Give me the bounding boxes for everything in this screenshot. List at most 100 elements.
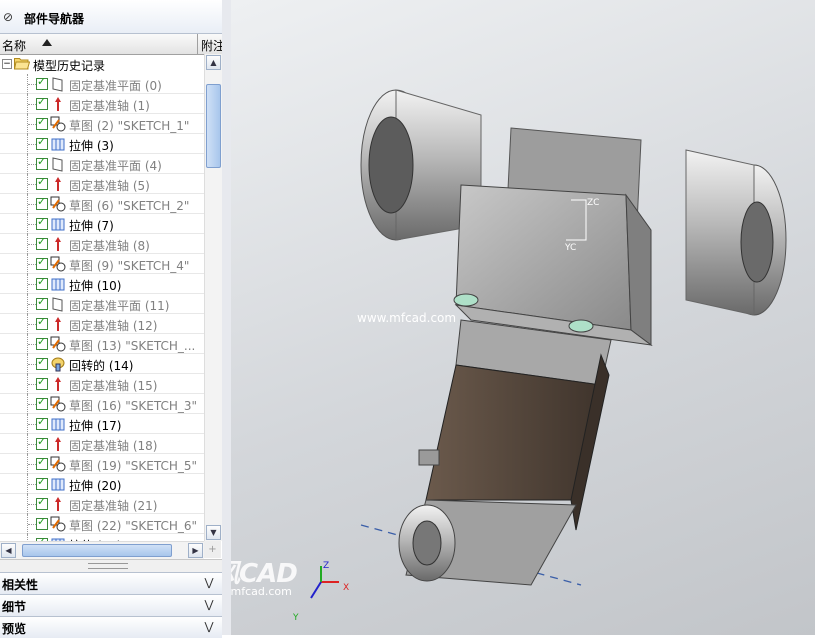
visibility-checkbox[interactable] bbox=[36, 435, 48, 450]
visibility-checkbox[interactable] bbox=[36, 235, 48, 250]
pin-icon[interactable]: ⊘ bbox=[3, 10, 13, 24]
column-attach-header[interactable]: 附注 bbox=[201, 37, 222, 54]
chevron-down-icon[interactable]: ⋁ bbox=[201, 575, 217, 591]
tree-connector bbox=[28, 404, 36, 405]
tree-item-label: 固定基准轴 (21) bbox=[69, 499, 158, 513]
column-divider[interactable] bbox=[197, 34, 198, 54]
chevron-down-icon[interactable]: ⋁ bbox=[201, 619, 217, 635]
horizontal-scroll-thumb[interactable] bbox=[22, 544, 172, 557]
tree-item[interactable]: 草图 (9) "SKETCH_4" bbox=[0, 254, 204, 274]
part-navigator: ⊘ 部件导航器 名称 附注 − 模型历史记录 固定基准平面 (0) 固定基准轴 (… bbox=[0, 0, 223, 638]
visibility-checkbox[interactable] bbox=[36, 415, 48, 430]
sketch-icon bbox=[50, 396, 66, 412]
tree-item[interactable]: 固定基准轴 (18) bbox=[0, 434, 204, 454]
tree-item[interactable]: 拉伸 (23) bbox=[0, 534, 204, 541]
tree-item[interactable]: 回转的 (14) bbox=[0, 354, 204, 374]
visibility-checkbox[interactable] bbox=[36, 315, 48, 330]
visibility-checkbox[interactable] bbox=[36, 155, 48, 170]
tree-root-model-history[interactable]: − 模型历史记录 bbox=[0, 54, 204, 74]
visibility-checkbox[interactable] bbox=[36, 175, 48, 190]
tree-connector bbox=[28, 464, 36, 465]
visibility-checkbox[interactable] bbox=[36, 375, 48, 390]
scroll-left-icon[interactable]: ◀ bbox=[1, 543, 16, 558]
panel-details[interactable]: 细节 ⋁ bbox=[0, 594, 222, 616]
tree-item-label: 草图 (9) "SKETCH_4" bbox=[69, 259, 190, 273]
datum-axis-icon bbox=[50, 236, 66, 252]
tree-connector bbox=[28, 344, 36, 345]
column-name-header[interactable]: 名称 bbox=[2, 37, 26, 54]
visibility-checkbox[interactable] bbox=[36, 275, 48, 290]
tree-item[interactable]: 固定基准平面 (4) bbox=[0, 154, 204, 174]
tree-item[interactable]: 固定基准轴 (8) bbox=[0, 234, 204, 254]
visibility-checkbox[interactable] bbox=[36, 495, 48, 510]
visibility-checkbox[interactable] bbox=[36, 295, 48, 310]
tree-connector bbox=[28, 84, 36, 85]
collapse-icon[interactable]: − bbox=[2, 59, 12, 69]
tree-item[interactable]: 固定基准轴 (5) bbox=[0, 174, 204, 194]
tree-item[interactable]: 固定基准平面 (11) bbox=[0, 294, 204, 314]
visibility-checkbox[interactable] bbox=[36, 335, 48, 350]
tree-connector bbox=[28, 484, 36, 485]
tree-connector bbox=[28, 204, 36, 205]
tree-connector bbox=[28, 144, 36, 145]
tree-item-label: 固定基准平面 (4) bbox=[69, 159, 162, 173]
visibility-checkbox[interactable] bbox=[36, 355, 48, 370]
tree-item[interactable]: 拉伸 (7) bbox=[0, 214, 204, 234]
tree-item[interactable]: 草图 (2) "SKETCH_1" bbox=[0, 114, 204, 134]
tree-item[interactable]: 固定基准平面 (0) bbox=[0, 74, 204, 94]
tree-connector bbox=[28, 304, 36, 305]
scroll-right-icon[interactable]: ▶ bbox=[188, 543, 203, 558]
tree-item[interactable]: 固定基准轴 (12) bbox=[0, 314, 204, 334]
tree-item[interactable]: 固定基准轴 (1) bbox=[0, 94, 204, 114]
tree-item-label: 固定基准平面 (0) bbox=[69, 79, 162, 93]
visibility-checkbox[interactable] bbox=[36, 115, 48, 130]
tree-connector bbox=[28, 184, 36, 185]
datum-axis-icon bbox=[50, 436, 66, 452]
tree-connector bbox=[28, 264, 36, 265]
tree-item[interactable]: 草图 (16) "SKETCH_3" bbox=[0, 394, 204, 414]
visibility-checkbox[interactable] bbox=[36, 475, 48, 490]
tree-item[interactable]: 拉伸 (17) bbox=[0, 414, 204, 434]
visibility-checkbox[interactable] bbox=[36, 95, 48, 110]
tree-item[interactable]: 草图 (6) "SKETCH_2" bbox=[0, 194, 204, 214]
panel-details-label: 细节 bbox=[2, 600, 27, 614]
tree-item[interactable]: 拉伸 (10) bbox=[0, 274, 204, 294]
motor-stub bbox=[418, 449, 440, 466]
tree-item[interactable]: 草图 (13) "SKETCH_... bbox=[0, 334, 204, 354]
tree-connector bbox=[28, 424, 36, 425]
bolt-left bbox=[453, 293, 479, 307]
navigator-title: 部件导航器 bbox=[24, 12, 85, 26]
visibility-checkbox[interactable] bbox=[36, 215, 48, 230]
tree-item-label: 草图 (19) "SKETCH_5" bbox=[69, 459, 198, 473]
tree-item[interactable]: 拉伸 (20) bbox=[0, 474, 204, 494]
scroll-down-icon[interactable]: ▼ bbox=[206, 525, 221, 540]
tree-item[interactable]: 拉伸 (3) bbox=[0, 134, 204, 154]
graphics-viewport[interactable]: ZC YC X Y Z www.mfcad.com M 沐风CAD www.mf… bbox=[231, 0, 815, 635]
vertical-scrollbar[interactable]: ▲ ▼ bbox=[204, 54, 222, 541]
datum-plane-icon bbox=[50, 76, 66, 92]
triad-x-label: X bbox=[343, 583, 349, 593]
panel-splitter[interactable] bbox=[0, 559, 222, 572]
horizontal-scrollbar[interactable]: ◀ ▶ bbox=[0, 541, 204, 559]
visibility-checkbox[interactable] bbox=[36, 75, 48, 90]
visibility-checkbox[interactable] bbox=[36, 195, 48, 210]
datum-plane-icon bbox=[50, 296, 66, 312]
vertical-scroll-thumb[interactable] bbox=[206, 84, 221, 168]
visibility-checkbox[interactable] bbox=[36, 395, 48, 410]
visibility-checkbox[interactable] bbox=[36, 455, 48, 470]
tree-item[interactable]: 固定基准轴 (21) bbox=[0, 494, 204, 514]
sketch-icon bbox=[50, 116, 66, 132]
sketch-icon bbox=[50, 256, 66, 272]
scroll-up-icon[interactable]: ▲ bbox=[206, 55, 221, 70]
tree-item[interactable]: 固定基准轴 (15) bbox=[0, 374, 204, 394]
navigator-header: ⊘ 部件导航器 bbox=[0, 0, 222, 34]
chevron-down-icon[interactable]: ⋁ bbox=[201, 597, 217, 613]
panel-dependencies[interactable]: 相关性 ⋁ bbox=[0, 572, 222, 594]
tree-item[interactable]: 草图 (19) "SKETCH_5" bbox=[0, 454, 204, 474]
visibility-checkbox[interactable] bbox=[36, 255, 48, 270]
tree-item[interactable]: 草图 (22) "SKETCH_6" bbox=[0, 514, 204, 534]
visibility-checkbox[interactable] bbox=[36, 135, 48, 150]
visibility-checkbox[interactable] bbox=[36, 515, 48, 530]
tree-item-label: 草图 (6) "SKETCH_2" bbox=[69, 199, 190, 213]
tree-connector bbox=[28, 384, 36, 385]
